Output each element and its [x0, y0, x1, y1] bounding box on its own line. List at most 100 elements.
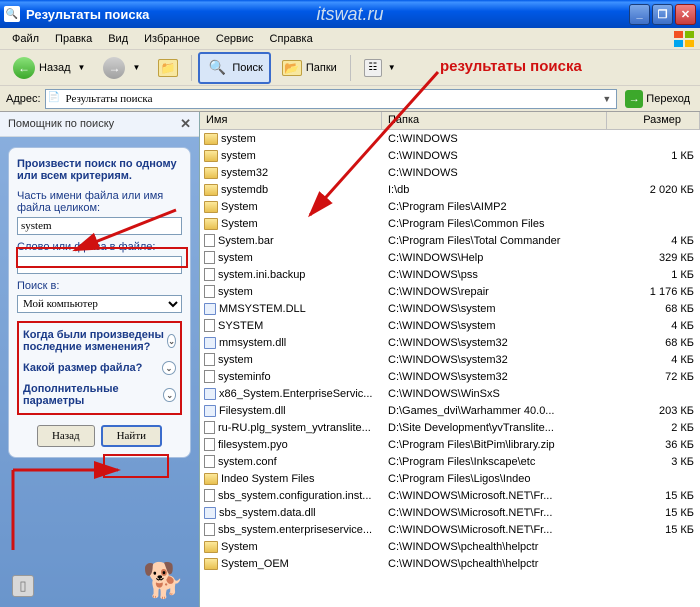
file-name: SYSTEM — [218, 320, 263, 332]
file-name: system32 — [221, 167, 268, 179]
filename-input[interactable] — [17, 217, 182, 235]
file-icon — [204, 455, 215, 468]
file-icon — [204, 438, 215, 451]
menu-favorites[interactable]: Избранное — [136, 31, 208, 47]
sidebar-title: Помощник по поиску — [8, 118, 114, 130]
file-size: 4 КБ — [607, 320, 700, 332]
result-row[interactable]: SystemC:\Program Files\AIMP2 — [200, 198, 700, 215]
result-row[interactable]: System_OEMC:\WINDOWS\pchealth\helpctr — [200, 555, 700, 572]
file-name: system — [221, 133, 256, 145]
file-size: 4 КБ — [607, 354, 700, 366]
file-path: D:\Games_dvi\Warhammer 40.0... — [382, 405, 607, 417]
result-row[interactable]: systeminfoC:\WINDOWS\system3272 КБ — [200, 368, 700, 385]
file-icon — [204, 370, 215, 383]
menu-help[interactable]: Справка — [262, 31, 321, 47]
result-row[interactable]: ru-RU.plg_system_yvtranslite...D:\Site D… — [200, 419, 700, 436]
expand-modified[interactable]: Когда были произведены последние изменен… — [21, 325, 178, 357]
column-name[interactable]: Имя — [200, 112, 382, 129]
dll-icon — [204, 405, 216, 417]
find-button[interactable]: Найти — [101, 425, 162, 447]
file-name: sbs_system.data.dll — [219, 507, 316, 519]
folder-icon — [204, 218, 218, 230]
file-name: System_OEM — [221, 558, 289, 570]
result-row[interactable]: systemC:\WINDOWS\Help329 КБ — [200, 249, 700, 266]
file-icon — [204, 234, 215, 247]
result-row[interactable]: systemC:\WINDOWS1 КБ — [200, 147, 700, 164]
close-button[interactable]: ✕ — [675, 4, 696, 25]
forward-button[interactable]: →▼ — [96, 53, 147, 83]
file-path: C:\WINDOWS\system32 — [382, 354, 607, 366]
result-row[interactable]: sbs_system.configuration.inst... C:\WINDO… — [200, 487, 700, 504]
dll-icon — [204, 507, 216, 519]
dll-icon — [204, 388, 216, 400]
result-row[interactable]: SystemC:\Program Files\Common Files — [200, 215, 700, 232]
expand-size[interactable]: Какой размер файла?⌄ — [21, 357, 178, 379]
result-row[interactable]: Filesystem.dllD:\Games_dvi\Warhammer 40.… — [200, 402, 700, 419]
file-size: 68 КБ — [607, 337, 700, 349]
search-button[interactable]: 🔍Поиск — [198, 52, 270, 84]
file-name: system — [221, 150, 256, 162]
result-row[interactable]: x86_System.EnterpriseServic...C:\WINDOWS… — [200, 385, 700, 402]
folders-button[interactable]: 📂Папки — [275, 56, 344, 80]
file-name: MMSYSTEM.DLL — [219, 303, 306, 315]
result-row[interactable]: system.confC:\Program Files\Inkscape\etc… — [200, 453, 700, 470]
address-input[interactable] — [66, 93, 600, 105]
result-row[interactable]: system32C:\WINDOWS — [200, 164, 700, 181]
back-button[interactable]: ←Назад▼ — [6, 53, 92, 83]
result-row[interactable]: SystemC:\WINDOWS\pchealth\helpctr — [200, 538, 700, 555]
menu-view[interactable]: Вид — [100, 31, 136, 47]
result-row[interactable]: System.barC:\Program Files\Total Command… — [200, 232, 700, 249]
expand-advanced[interactable]: Дополнительные параметры⌄ — [21, 379, 178, 411]
result-row[interactable]: filesystem.pyoC:\Program Files\BitPim\li… — [200, 436, 700, 453]
result-row[interactable]: MMSYSTEM.DLLC:\WINDOWS\system68 КБ — [200, 300, 700, 317]
folder-icon — [204, 184, 218, 196]
result-row[interactable]: sbs_system.data.dllC:\WINDOWS\Microsoft.… — [200, 504, 700, 521]
chevron-down-icon[interactable]: ▼ — [599, 94, 614, 104]
result-row[interactable]: sbs_system.enterpriseservice...C:\WINDOW… — [200, 521, 700, 538]
minimize-button[interactable]: _ — [629, 4, 650, 25]
go-button[interactable]: →Переход — [621, 88, 694, 110]
result-row[interactable]: system.ini.backupC:\WINDOWS\pss1 КБ — [200, 266, 700, 283]
menu-tools[interactable]: Сервис — [208, 31, 262, 47]
file-size: 4 КБ — [607, 235, 700, 247]
file-size: 15 КБ — [607, 507, 700, 519]
lookin-select[interactable]: Мой компьютер — [17, 295, 182, 313]
file-path: C:\WINDOWS\pchealth\helpctr — [382, 541, 607, 553]
address-bar: Адрес: 📄 ▼ →Переход — [0, 86, 700, 112]
search-heading: Произвести поиск по одному или всем крит… — [17, 158, 182, 182]
file-name: systeminfo — [218, 371, 271, 383]
file-size: 72 КБ — [607, 371, 700, 383]
phrase-input[interactable] — [17, 256, 182, 274]
sidebar-close-button[interactable]: ✕ — [180, 116, 191, 132]
file-name: mmsystem.dll — [219, 337, 286, 349]
file-path: C:\WINDOWS\Microsoft.NET\Fr... — [382, 490, 607, 502]
back-search-button[interactable]: Назад — [37, 425, 95, 447]
result-row[interactable]: systemC:\WINDOWS — [200, 130, 700, 147]
chevron-down-icon: ▼ — [78, 63, 86, 72]
menu-file[interactable]: Файл — [4, 31, 47, 47]
file-path: C:\WINDOWS\WinSxS — [382, 388, 607, 400]
notebook-icon[interactable]: ▯ — [12, 575, 34, 597]
file-name: System — [221, 218, 258, 230]
result-row[interactable]: systemC:\WINDOWS\system324 КБ — [200, 351, 700, 368]
menu-edit[interactable]: Правка — [47, 31, 100, 47]
arrow-left-icon: ← — [13, 57, 35, 79]
file-name: sbs_system.configuration.inst... — [218, 490, 371, 502]
folders-icon: 📂 — [282, 60, 302, 76]
column-size[interactable]: Размер — [607, 112, 700, 129]
views-button[interactable]: ☷▼ — [357, 55, 403, 81]
address-combo[interactable]: 📄 ▼ — [45, 89, 618, 109]
file-size: 329 КБ — [607, 252, 700, 264]
go-icon: → — [625, 90, 643, 108]
maximize-button[interactable]: ❐ — [652, 4, 673, 25]
result-row[interactable]: mmsystem.dllC:\WINDOWS\system3268 КБ — [200, 334, 700, 351]
result-row[interactable]: Indeo System FilesC:\Program Files\Ligos… — [200, 470, 700, 487]
result-row[interactable]: systemdbI:\db2 020 КБ — [200, 181, 700, 198]
result-row[interactable]: SYSTEMC:\WINDOWS\system4 КБ — [200, 317, 700, 334]
folder-icon — [204, 558, 218, 570]
up-button[interactable]: 📁 — [151, 55, 185, 81]
file-name: systemdb — [221, 184, 268, 196]
column-path[interactable]: Папка — [382, 112, 607, 129]
menubar: Файл Правка Вид Избранное Сервис Справка — [0, 28, 700, 50]
result-row[interactable]: systemC:\WINDOWS\repair1 176 КБ — [200, 283, 700, 300]
